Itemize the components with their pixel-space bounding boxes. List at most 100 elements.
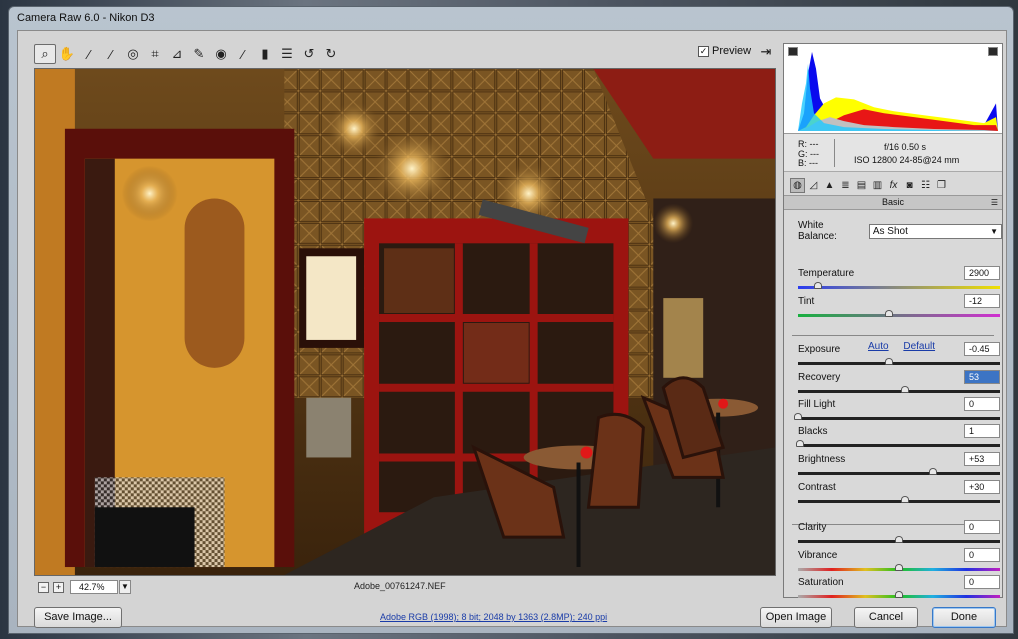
cancel-button[interactable]: Cancel <box>854 607 918 628</box>
workflow-options-link[interactable]: Adobe RGB (1998); 8 bit; 2048 by 1363 (2… <box>380 612 607 622</box>
rgb-readout: R: --- G: --- B: --- <box>798 139 819 169</box>
temperature-thumb[interactable] <box>814 282 823 289</box>
default-link[interactable]: Default <box>903 341 935 352</box>
blacks-thumb[interactable] <box>796 440 805 447</box>
fill-light-track[interactable] <box>798 417 1000 420</box>
tone-curve-tab-icon[interactable]: ◿ <box>806 178 821 193</box>
lens-corrections-tab-icon[interactable]: ▥ <box>870 178 885 193</box>
save-image-button[interactable]: Save Image... <box>34 607 122 628</box>
spot-removal-icon[interactable]: ✎ <box>188 44 210 64</box>
preview-checkbox[interactable]: ✓ Preview <box>698 45 751 57</box>
detail-tab-icon[interactable]: ▲ <box>822 178 837 193</box>
presets-tab-icon[interactable]: ☷ <box>918 178 933 193</box>
brightness-label: Brightness <box>798 454 846 465</box>
zoom-dropdown-icon[interactable]: ▼ <box>119 580 131 594</box>
chevron-down-icon: ▼ <box>990 226 998 236</box>
preferences-icon[interactable]: ☰ <box>276 44 298 64</box>
contrast-label: Contrast <box>798 482 836 493</box>
blacks-label: Blacks <box>798 426 828 437</box>
fill-light-thumb[interactable] <box>794 413 802 420</box>
highlight-clipping-warning-icon[interactable] <box>988 47 998 56</box>
snapshots-tab-icon[interactable]: ❐ <box>934 178 949 193</box>
tint-value-field[interactable]: -12 <box>964 294 1000 308</box>
hand-icon[interactable]: ✋ <box>56 44 78 64</box>
zoom-in-button[interactable]: + <box>53 581 64 593</box>
saturation-thumb[interactable] <box>895 591 903 598</box>
hsl-tab-icon[interactable]: ≣ <box>838 178 853 193</box>
split-toning-tab-icon[interactable]: ▤ <box>854 178 869 193</box>
contrast-thumb[interactable] <box>901 496 910 503</box>
brightness-thumb[interactable] <box>929 468 938 475</box>
histogram-graph <box>784 44 1002 133</box>
color-sampler-icon[interactable]: ⁄ <box>100 44 122 64</box>
histogram <box>784 44 1002 134</box>
b-value: B: --- <box>798 158 818 168</box>
cafe-photo <box>35 69 775 575</box>
exif-aperture-shutter: f/16 0.50 s <box>884 142 927 152</box>
straighten-icon[interactable]: ⊿ <box>166 44 188 64</box>
zoom-icon[interactable]: ⌕ <box>34 44 56 64</box>
temperature-value-field[interactable]: 2900 <box>964 266 1000 280</box>
panel-menu-icon[interactable]: ☰ <box>991 196 998 209</box>
exposure-track[interactable] <box>798 362 1000 365</box>
vibrance-value-field[interactable]: 0 <box>964 548 1000 562</box>
exposure-thumb[interactable] <box>884 358 893 365</box>
file-name: Adobe_00761247.NEF <box>354 581 446 591</box>
checkbox-icon: ✓ <box>698 45 709 57</box>
dialog-client: ⌕✋⁄⁄◎⌗⊿✎◉⁄▮☰↺↻ ✓ Preview ⇥ <box>17 30 1007 628</box>
adjustment-brush-icon[interactable]: ⁄ <box>232 44 254 64</box>
tint-label: Tint <box>798 296 815 307</box>
recovery-thumb[interactable] <box>901 386 910 393</box>
temperature-label: Temperature <box>798 268 855 279</box>
basic-tab-icon[interactable]: ◍ <box>790 177 805 193</box>
zoom-out-button[interactable]: − <box>38 581 49 593</box>
image-preview[interactable] <box>34 68 776 576</box>
temperature-track[interactable] <box>798 286 1000 289</box>
open-image-button[interactable]: Open Image <box>760 607 832 628</box>
vibrance-thumb[interactable] <box>895 564 903 571</box>
zoom-bar: − + 42.7% ▼ Adobe_00761247.NEF <box>34 578 776 596</box>
white-balance-select[interactable]: As Shot ▼ <box>868 223 1002 239</box>
contrast-track[interactable] <box>798 500 1000 503</box>
exif-iso-lens: ISO 12800 24-85@24 mm <box>854 155 960 165</box>
recovery-label: Recovery <box>798 372 841 383</box>
auto-default-links: Auto Default <box>868 341 947 352</box>
tint-thumb[interactable] <box>884 310 893 317</box>
toolbar: ⌕ ✋ ⁄ ⁄ ◎ ⌗ ⊿ ✎ ◉ ⁄ ▮ ☰ ↺ ↻ <box>34 43 776 65</box>
vibrance-label: Vibrance <box>798 550 838 561</box>
white-balance-row: White Balance: As Shot ▼ <box>798 220 1002 242</box>
target-adjustment-icon[interactable]: ◎ <box>122 44 144 64</box>
preview-label: Preview <box>712 45 752 57</box>
adjustments-panel: R: --- G: --- B: --- f/16 0.50 s ISO 128… <box>783 43 1003 598</box>
exposure-value-field[interactable]: -0.45 <box>964 342 1000 356</box>
rotate-right-icon[interactable]: ↻ <box>320 44 342 64</box>
tint-track[interactable] <box>798 314 1000 317</box>
recovery-track[interactable] <box>798 390 1000 393</box>
red-eye-icon[interactable]: ◉ <box>210 44 232 64</box>
panel-tabs: ◍ ◿ ▲ ≣ ▤ ▥ fx ◙ ☷ ❐ <box>784 175 1002 195</box>
white-balance-eyedropper-icon[interactable]: ⁄ <box>78 44 100 64</box>
zoom-level-field[interactable]: 42.7% <box>70 580 118 594</box>
blacks-track[interactable] <box>798 444 1000 447</box>
recovery-value-field[interactable]: 53 <box>964 370 1000 384</box>
graduated-filter-icon[interactable]: ▮ <box>254 44 276 64</box>
saturation-value-field[interactable]: 0 <box>964 575 1000 589</box>
clarity-value-field[interactable]: 0 <box>964 520 1000 534</box>
contrast-value-field[interactable]: +30 <box>964 480 1000 494</box>
fill-light-value-field[interactable]: 0 <box>964 397 1000 411</box>
clarity-thumb[interactable] <box>895 536 903 543</box>
shadow-clipping-warning-icon[interactable] <box>788 47 798 56</box>
brightness-track[interactable] <box>798 472 1000 475</box>
camera-calibration-tab-icon[interactable]: ◙ <box>902 178 917 193</box>
brightness-value-field[interactable]: +53 <box>964 452 1000 466</box>
camera-raw-window: Camera Raw 6.0 - Nikon D3 ⌕ ✋ ⁄ ⁄ ◎ ⌗ ⊿ ✎ ◉ ⁄ ▮ ☰ ↺ ↻… <box>8 6 1014 634</box>
done-button[interactable]: Done <box>932 607 996 628</box>
crop-icon[interactable]: ⌗ <box>144 44 166 64</box>
effects-tab-icon[interactable]: fx <box>886 178 901 193</box>
panel-title: Basic <box>881 197 904 207</box>
divider <box>792 335 994 336</box>
blacks-value-field[interactable]: 1 <box>964 424 1000 438</box>
rotate-left-icon[interactable]: ↺ <box>298 44 320 64</box>
fullscreen-toggle-icon[interactable]: ⇥ <box>756 43 776 61</box>
auto-link[interactable]: Auto <box>868 341 889 352</box>
